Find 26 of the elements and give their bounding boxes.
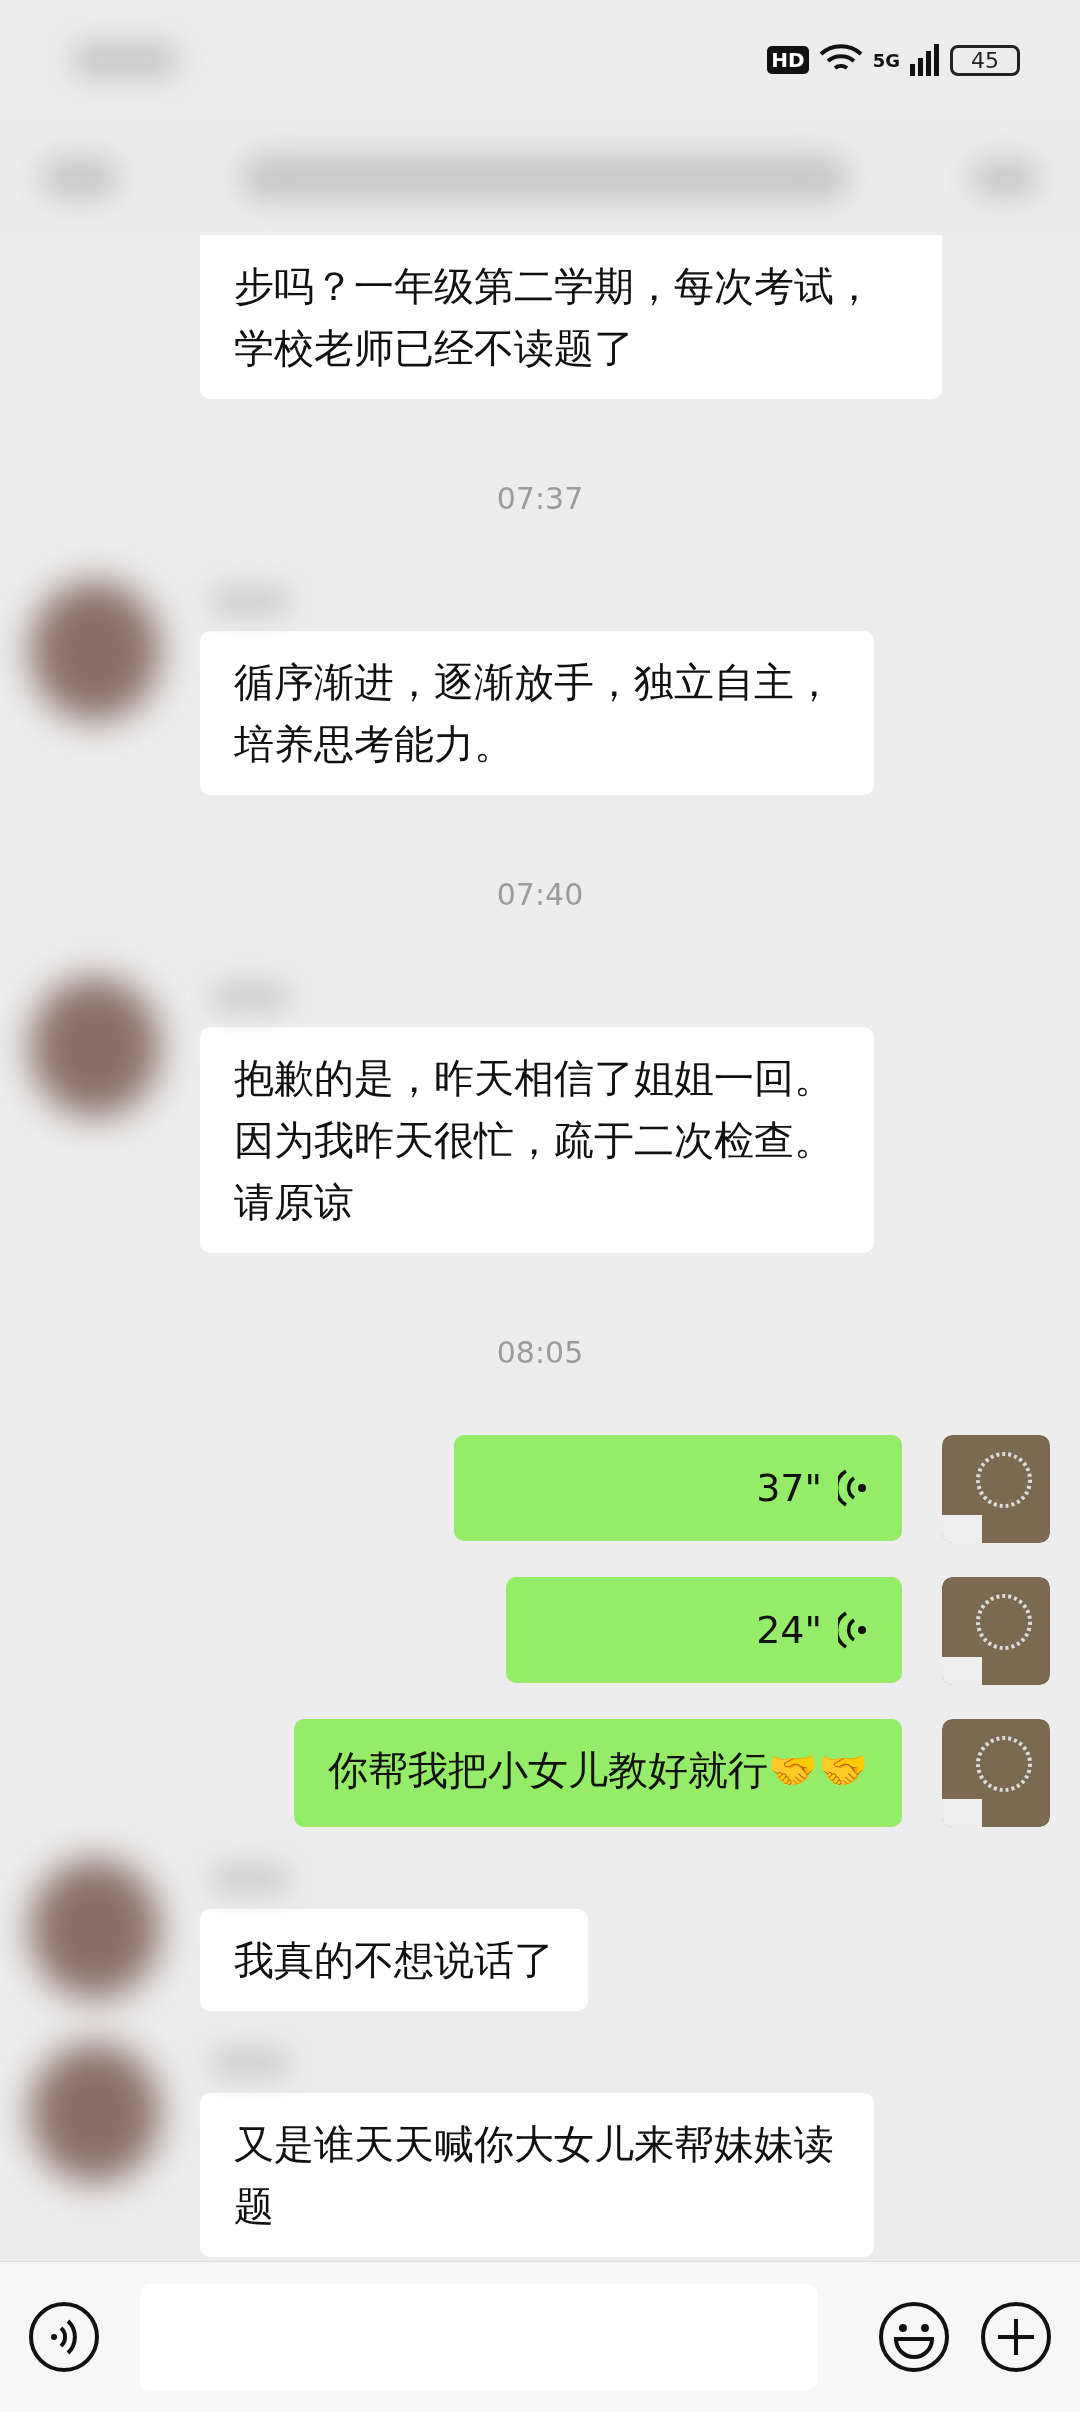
message-bubble: 循序渐进，逐渐放手，独立自主，培养思考能力。: [200, 631, 874, 795]
signal-icon: [910, 44, 940, 76]
message-bubble: 我真的不想说话了: [200, 1909, 588, 2011]
emoji-button[interactable]: [878, 2301, 950, 2373]
timestamp: 08:05: [496, 1334, 584, 1372]
battery-level: 45: [950, 44, 1020, 76]
hd-badge: HD: [767, 46, 809, 74]
avatar-placeholder[interactable]: [30, 581, 160, 721]
voice-wave-icon: [838, 1468, 868, 1508]
timestamp: 07:40: [496, 876, 584, 914]
network-label: 5G: [872, 49, 900, 71]
avatar-placeholder[interactable]: [30, 1859, 160, 1999]
avatar-placeholder[interactable]: [30, 977, 160, 1117]
plus-button[interactable]: [980, 2301, 1052, 2373]
voice-input-button[interactable]: [28, 2301, 100, 2373]
voice-message[interactable]: 37": [454, 1435, 902, 1541]
message-bubble: 又是谁天天喊你大女儿来帮妹妹读题: [200, 2093, 874, 2257]
timestamp: 07:37: [496, 480, 584, 518]
avatar-placeholder[interactable]: [30, 2043, 160, 2183]
message-bubble: 步吗？一年级第二学期，每次考试，学校老师已经不读题了: [200, 235, 942, 399]
message-bubble: 抱歉的是，昨天相信了姐姐一回。因为我昨天很忙，疏于二次检查。请原谅: [200, 1027, 874, 1253]
message-bubble: 你帮我把小女儿教好就行🤝🤝: [294, 1719, 902, 1827]
voice-duration: 24": [756, 1607, 822, 1654]
voice-message[interactable]: 24": [506, 1577, 902, 1683]
voice-wave-icon: [838, 1610, 868, 1650]
voice-duration: 37": [756, 1465, 822, 1512]
